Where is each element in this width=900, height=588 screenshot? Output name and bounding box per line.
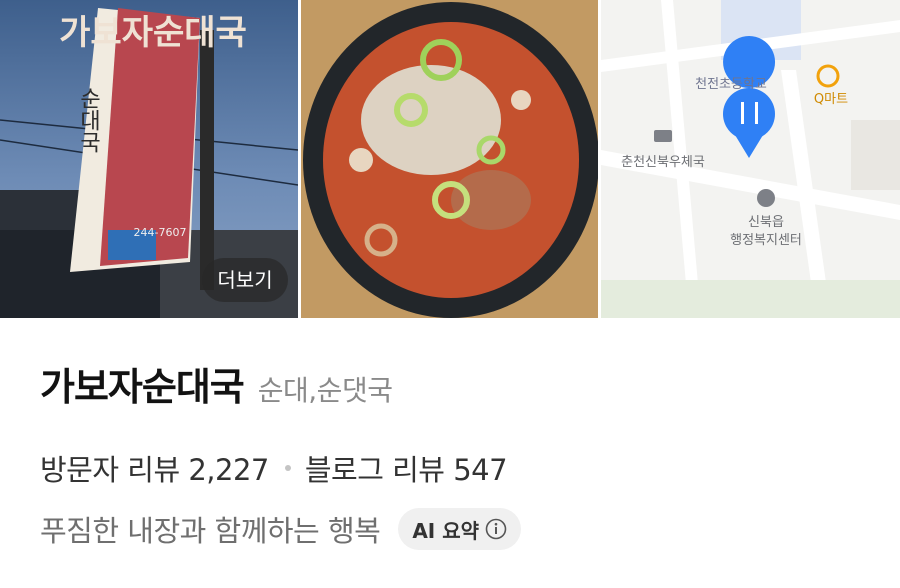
map-label-center-2: 행정복지센터 [730,232,802,248]
post-office-icon [654,130,672,142]
separator-dot [284,465,291,471]
sign-vertical-text: 순대국 [76,87,101,153]
title-row: 가보자순대국 순대,순댓국 [40,356,880,418]
storefront-photo[interactable]: 가보자순대국 순대국 244-7607 더보기 [0,0,298,318]
map-label-post: 춘천신북우체국 [621,155,705,170]
photo-gallery: 가보자순대국 순대국 244-7607 더보기 천전초등학교 Q마트 춘천신북우… [0,0,900,318]
map-label-mart: Q마트 [814,92,848,107]
map-image: 천전초등학교 Q마트 춘천신북우체국 신북읍 행정복지센터 [601,0,900,318]
info-icon [485,518,507,540]
sign-text: 가보자순대국 [59,13,247,53]
blog-review-link[interactable]: 블로그 리뷰 547 [305,447,508,489]
more-photos-button[interactable]: 더보기 [202,258,288,302]
ai-summary-label: AI 요약 [412,518,480,543]
center-icon [757,189,775,207]
food-photo[interactable] [301,0,598,318]
place-info: 가보자순대국 순대,순댓국 방문자 리뷰 2,227 블로그 리뷰 547 푸짐… [40,356,880,552]
ai-summary-button[interactable]: AI 요약 [398,508,522,550]
visitor-review-link[interactable]: 방문자 리뷰 2,227 [40,447,269,489]
sign-phone-text: 244-7607 [134,226,187,239]
location-map[interactable]: 천전초등학교 Q마트 춘천신북우체국 신북읍 행정복지센터 [601,0,900,318]
place-name[interactable]: 가보자순대국 [40,356,245,411]
summary-row: 푸짐한 내장과 함께하는 행복 AI 요약 [40,506,880,552]
summary-text: 푸짐한 내장과 함께하는 행복 [40,514,381,548]
map-label-center-1: 신북읍 [748,215,784,230]
place-category: 순대,순댓국 [257,374,393,407]
review-row: 방문자 리뷰 2,227 블로그 리뷰 547 [40,448,880,488]
map-label-school: 천전초등학교 [695,77,767,92]
soup-image [301,0,598,318]
